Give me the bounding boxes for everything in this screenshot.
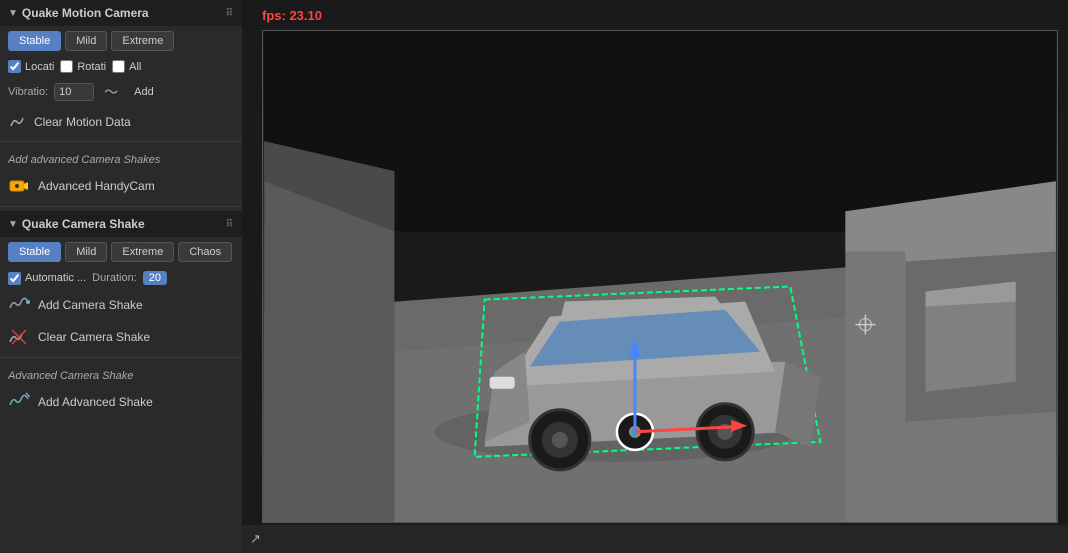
locati-label: Locati bbox=[8, 60, 54, 73]
vibration-label: Vibratio: bbox=[8, 86, 48, 98]
viewport-3d bbox=[263, 31, 1057, 522]
advanced-handycam-row[interactable]: Advanced HandyCam bbox=[0, 170, 242, 202]
tab-mild-shake[interactable]: Mild bbox=[65, 242, 107, 262]
checkbox-row: Locati Rotati All bbox=[0, 56, 242, 77]
clear-motion-label: Clear Motion Data bbox=[34, 115, 131, 129]
vibration-row: Vibratio: 〜 Add bbox=[0, 77, 242, 107]
locati-checkbox[interactable] bbox=[8, 60, 21, 73]
tab-chaos-shake[interactable]: Chaos bbox=[178, 242, 232, 262]
clear-camera-shake-row[interactable]: Clear Camera Shake bbox=[0, 321, 242, 353]
tab-extreme-motion[interactable]: Extreme bbox=[111, 31, 174, 51]
divider-1 bbox=[0, 141, 242, 142]
curve-icon bbox=[8, 113, 26, 131]
shake-tabs-row: Stable Mild Extreme Chaos bbox=[0, 237, 242, 267]
quake-shake-triangle[interactable]: ▼ bbox=[8, 219, 18, 230]
automatic-checkbox[interactable] bbox=[8, 272, 21, 285]
quake-camera-shake-header: ▼ Quake Camera Shake ⠿ bbox=[0, 211, 242, 237]
automatic-label: Automatic ... bbox=[8, 272, 86, 285]
motion-tabs-row: Stable Mild Extreme bbox=[0, 26, 242, 56]
quake-shake-title: Quake Camera Shake bbox=[22, 217, 145, 231]
clear-motion-row[interactable]: Clear Motion Data bbox=[0, 107, 242, 137]
tab-stable-motion[interactable]: Stable bbox=[8, 31, 61, 51]
add-advanced-icon bbox=[8, 391, 30, 413]
all-label: All bbox=[112, 60, 141, 73]
fps-display: fps: 23.10 bbox=[262, 8, 322, 23]
tab-extreme-shake[interactable]: Extreme bbox=[111, 242, 174, 262]
clear-shake-icon bbox=[8, 326, 30, 348]
drag-handle[interactable]: ⠿ bbox=[226, 8, 234, 19]
curve-btn[interactable]: 〜 bbox=[100, 81, 122, 103]
fps-value: fps: 23.10 bbox=[262, 8, 322, 23]
tab-mild-motion[interactable]: Mild bbox=[65, 31, 107, 51]
add-btn[interactable]: Add bbox=[128, 85, 160, 99]
viewport-container[interactable] bbox=[262, 30, 1058, 523]
collapse-triangle[interactable]: ▼ bbox=[8, 8, 18, 19]
quake-motion-section-header: ▼ Quake Motion Camera ⠿ bbox=[0, 0, 242, 26]
quake-shake-drag-handle[interactable]: ⠿ bbox=[226, 219, 234, 230]
duration-value[interactable]: 20 bbox=[143, 271, 167, 285]
scene-svg bbox=[263, 31, 1057, 522]
advanced-camera-shake-title: Advanced Camera Shake bbox=[0, 362, 242, 386]
rotati-checkbox[interactable] bbox=[60, 60, 73, 73]
camera-icon bbox=[8, 175, 30, 197]
vibration-input[interactable] bbox=[54, 83, 94, 101]
add-advanced-shake-label: Add Advanced Shake bbox=[38, 395, 153, 409]
add-shake-label: Add Camera Shake bbox=[38, 298, 143, 312]
bottom-bar: ↗ bbox=[242, 525, 1068, 553]
axis-icon: ↗ bbox=[250, 531, 261, 547]
clear-shake-label: Clear Camera Shake bbox=[38, 330, 150, 344]
add-advanced-shake-row[interactable]: Add Advanced Shake bbox=[0, 386, 242, 418]
tab-stable-shake[interactable]: Stable bbox=[8, 242, 61, 262]
divider-2 bbox=[0, 206, 242, 207]
duration-label: Duration: bbox=[92, 272, 137, 284]
automatic-row: Automatic ... Duration: 20 bbox=[0, 267, 242, 289]
left-panel: ▼ Quake Motion Camera ⠿ Stable Mild Extr… bbox=[0, 0, 242, 553]
all-checkbox[interactable] bbox=[112, 60, 125, 73]
add-advanced-shakes-title: Add advanced Camera Shakes bbox=[0, 146, 242, 170]
divider-3 bbox=[0, 357, 242, 358]
handycam-label: Advanced HandyCam bbox=[38, 179, 155, 193]
rotati-label: Rotati bbox=[60, 60, 106, 73]
add-shake-icon bbox=[8, 294, 30, 316]
quake-motion-title: Quake Motion Camera bbox=[22, 6, 149, 20]
add-camera-shake-row[interactable]: Add Camera Shake bbox=[0, 289, 242, 321]
right-panel: fps: 23.10 bbox=[242, 0, 1068, 553]
